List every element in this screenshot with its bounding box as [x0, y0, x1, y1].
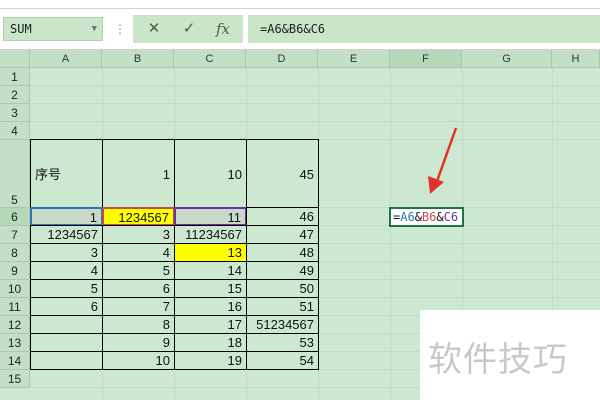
cell-a5[interactable]: 序号: [30, 139, 103, 208]
formula-part-amp: &: [436, 210, 444, 224]
cell-a7[interactable]: 1234567: [30, 225, 103, 244]
cell-b12[interactable]: 8: [102, 315, 175, 334]
grid-line: [30, 85, 600, 86]
formula-bar: SUM ▼ ⋮ ✕ ✓ fx =A6&B6&C6: [0, 9, 600, 50]
cell-c8[interactable]: 13: [174, 243, 247, 262]
col-header-b[interactable]: B: [102, 50, 174, 68]
cell-c14[interactable]: 19: [174, 351, 247, 370]
cell-b13[interactable]: 9: [102, 333, 175, 352]
cell-c9[interactable]: 14: [174, 261, 247, 280]
col-header-g[interactable]: G: [462, 50, 552, 68]
row-header-8[interactable]: 8: [0, 244, 30, 262]
row-header-14[interactable]: 14: [0, 352, 30, 370]
name-box[interactable]: SUM ▼: [3, 17, 103, 41]
cell-a14[interactable]: [30, 351, 103, 370]
row-header-13[interactable]: 13: [0, 334, 30, 352]
enter-icon[interactable]: ✓: [171, 15, 207, 43]
cancel-icon[interactable]: ✕: [136, 15, 172, 43]
cell-b5[interactable]: 1: [102, 139, 175, 208]
cell-d5[interactable]: 45: [246, 139, 319, 208]
cell-d11[interactable]: 51: [246, 297, 319, 316]
cell-a6[interactable]: 1: [30, 207, 103, 226]
cell-d12[interactable]: 51234567: [246, 315, 319, 334]
row-header-15[interactable]: 15: [0, 370, 30, 388]
select-all-corner[interactable]: [0, 50, 30, 68]
row-header-10[interactable]: 10: [0, 280, 30, 298]
formula-input[interactable]: =A6&B6&C6: [260, 15, 325, 43]
row-header-1[interactable]: 1: [0, 68, 30, 86]
cell-d7[interactable]: 47: [246, 225, 319, 244]
cell-b7[interactable]: 3: [102, 225, 175, 244]
cell-c6[interactable]: 11: [174, 207, 247, 226]
cell-b11[interactable]: 7: [102, 297, 175, 316]
cell-a13[interactable]: [30, 333, 103, 352]
cell-d8[interactable]: 48: [246, 243, 319, 262]
col-header-d[interactable]: D: [246, 50, 318, 68]
formula-buttons: ✕ ✓ fx: [133, 15, 243, 43]
watermark: 软件技巧: [420, 310, 600, 400]
cell-a9[interactable]: 4: [30, 261, 103, 280]
cell-c5[interactable]: 10: [174, 139, 247, 208]
cell-c10[interactable]: 15: [174, 279, 247, 298]
cell-a11[interactable]: 6: [30, 297, 103, 316]
row-header-4[interactable]: 4: [0, 122, 30, 140]
row-header-5[interactable]: 5: [0, 140, 30, 208]
col-header-c[interactable]: C: [174, 50, 246, 68]
row-header-12[interactable]: 12: [0, 316, 30, 334]
cell-d13[interactable]: 53: [246, 333, 319, 352]
cell-b6[interactable]: 1234567: [102, 207, 175, 226]
cell-d10[interactable]: 50: [246, 279, 319, 298]
cell-a8[interactable]: 3: [30, 243, 103, 262]
insert-function-icon[interactable]: fx: [205, 15, 241, 43]
col-header-e[interactable]: E: [318, 50, 390, 68]
cell-c7[interactable]: 11234567: [174, 225, 247, 244]
formula-ref-c6: C6: [443, 210, 459, 224]
cell-d14[interactable]: 54: [246, 351, 319, 370]
cell-d9[interactable]: 49: [246, 261, 319, 280]
more-options-icon[interactable]: ⋮: [114, 20, 126, 38]
cell-c12[interactable]: 17: [174, 315, 247, 334]
col-header-h[interactable]: H: [552, 50, 600, 68]
formula-part-amp: &: [414, 210, 422, 224]
formula-ref-a6: A6: [400, 210, 415, 224]
active-cell-f6[interactable]: =A6&B6&C6: [389, 207, 464, 227]
cell-c11[interactable]: 16: [174, 297, 247, 316]
cell-c13[interactable]: 18: [174, 333, 247, 352]
grid-line: [30, 103, 600, 104]
row-header-7[interactable]: 7: [0, 226, 30, 244]
row-header-11[interactable]: 11: [0, 298, 30, 316]
annotation-arrow-icon: [428, 127, 458, 194]
cell-b8[interactable]: 4: [102, 243, 175, 262]
ribbon-edge: [0, 0, 600, 9]
cell-b10[interactable]: 6: [102, 279, 175, 298]
formula-input-area[interactable]: =A6&B6&C6: [248, 15, 600, 43]
chevron-down-icon[interactable]: ▼: [92, 18, 97, 40]
grid-line: [30, 121, 600, 122]
cell-b9[interactable]: 5: [102, 261, 175, 280]
col-header-a[interactable]: A: [30, 50, 102, 68]
cell-b14[interactable]: 10: [102, 351, 175, 370]
row-header-9[interactable]: 9: [0, 262, 30, 280]
col-header-f[interactable]: F: [390, 50, 462, 68]
cell-d6[interactable]: 46: [246, 207, 319, 226]
row-header-3[interactable]: 3: [0, 104, 30, 122]
name-box-value: SUM: [10, 22, 32, 36]
cell-a12[interactable]: [30, 315, 103, 334]
row-header-2[interactable]: 2: [0, 86, 30, 104]
row-header-6[interactable]: 6: [0, 208, 30, 226]
watermark-text: 软件技巧: [428, 340, 568, 380]
cell-a10[interactable]: 5: [30, 279, 103, 298]
formula-ref-b6: B6: [421, 210, 437, 224]
